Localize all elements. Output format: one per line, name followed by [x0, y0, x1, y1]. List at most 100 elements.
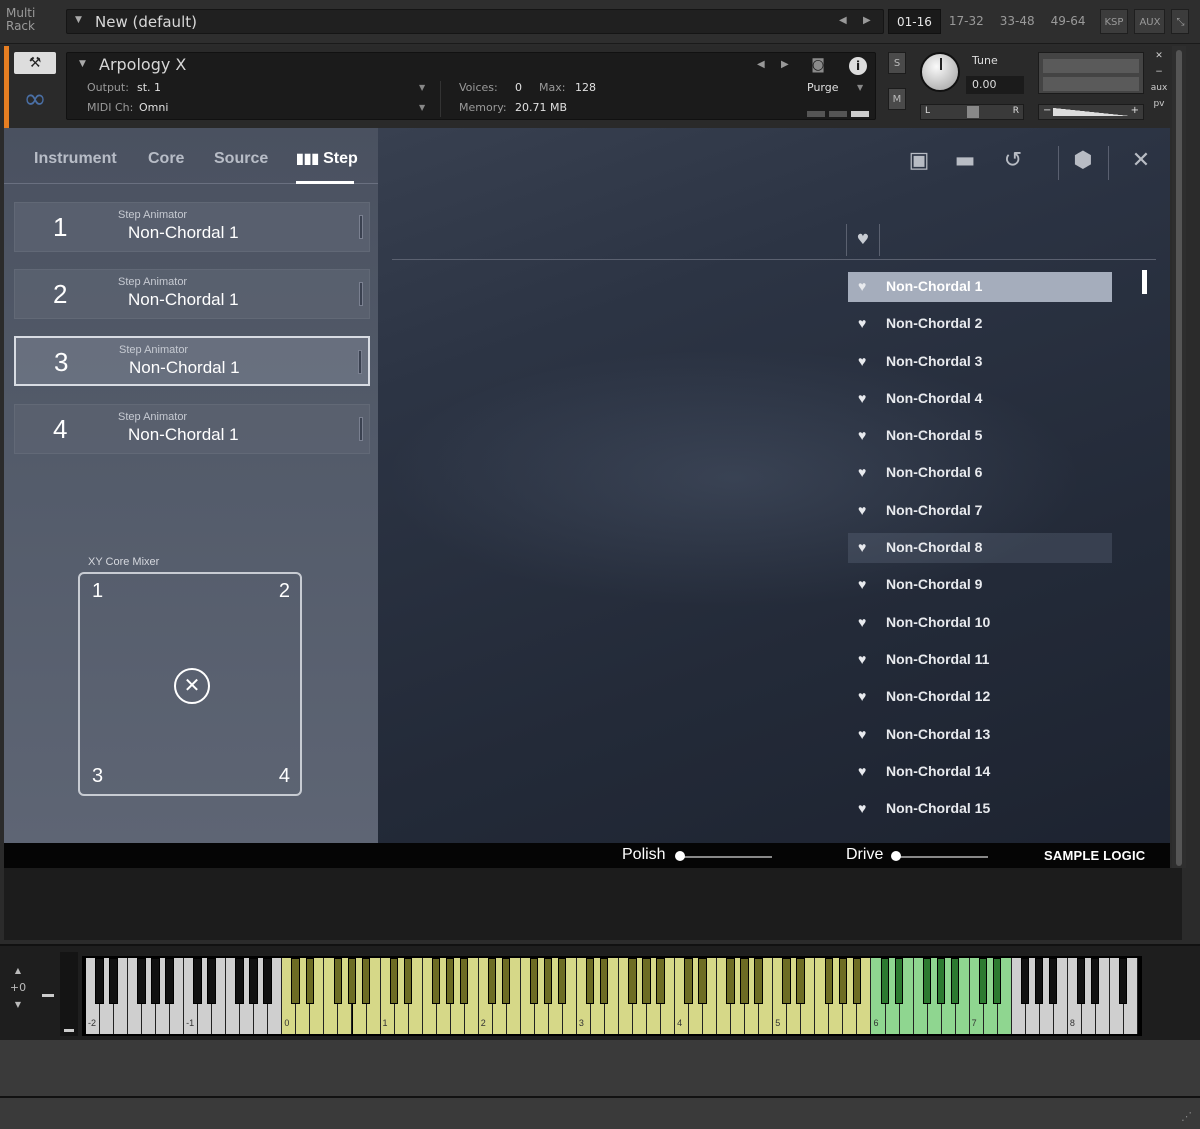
black-key[interactable] [165, 958, 174, 1004]
output-dropdown-icon[interactable]: ▼ [419, 83, 425, 92]
undo-icon[interactable]: ↺ [998, 146, 1028, 176]
black-key[interactable] [824, 958, 833, 1004]
black-key[interactable] [403, 958, 413, 1004]
aux-button[interactable]: AUX [1134, 9, 1166, 34]
tab-17-32[interactable]: 17-32 [941, 9, 992, 34]
prev-instrument-icon[interactable]: ◀ [757, 59, 765, 70]
black-key[interactable] [880, 958, 890, 1004]
preset-item[interactable]: ♥ Non-Chordal 2 [848, 309, 1112, 339]
tab-step[interactable]: ▮▮▮ Step [296, 150, 358, 168]
step-slot-handle[interactable] [359, 215, 363, 239]
preset-item[interactable]: ♥ Non-Chordal 6 [848, 458, 1112, 488]
xy-cursor-handle[interactable]: ✕ [174, 668, 210, 704]
tab-instrument[interactable]: Instrument [34, 150, 117, 168]
preset-item[interactable]: ♥ Non-Chordal 14 [848, 757, 1112, 787]
black-key[interactable] [586, 958, 595, 1004]
chevron-down-icon[interactable]: ▼ [6, 1000, 30, 1009]
black-key[interactable] [838, 958, 847, 1004]
tune-value[interactable]: 0.00 [966, 76, 1024, 94]
black-key[interactable] [529, 958, 539, 1004]
favorite-heart-icon[interactable]: ♥ [858, 390, 866, 406]
save-icon[interactable]: ▣ [904, 146, 934, 176]
ksp-button[interactable]: KSP [1099, 9, 1129, 34]
black-key[interactable] [740, 958, 749, 1004]
favorite-heart-icon[interactable]: ♥ [858, 278, 866, 294]
step-slot-2[interactable]: 2 Step Animator Non-Chordal 1 [14, 269, 370, 319]
tab-01-16[interactable]: 01-16 [888, 9, 941, 34]
black-key[interactable] [431, 958, 441, 1004]
black-key[interactable] [333, 958, 342, 1004]
step-slot-handle[interactable] [359, 282, 363, 306]
volume-ramp[interactable] [1053, 108, 1129, 116]
black-key[interactable] [389, 958, 399, 1004]
purge-button[interactable]: Purge [807, 81, 839, 94]
black-key[interactable] [1119, 958, 1128, 1004]
black-key[interactable] [628, 958, 637, 1004]
tab-49-64[interactable]: 49-64 [1043, 9, 1094, 34]
close-icon[interactable]: ✕ [1126, 146, 1156, 176]
chevron-right-icon[interactable]: ▶ [863, 15, 871, 26]
info-icon[interactable]: i [849, 57, 867, 75]
pv-toggle[interactable]: pv [1150, 96, 1168, 112]
black-key[interactable] [684, 958, 693, 1004]
tune-knob[interactable] [920, 52, 960, 92]
black-key[interactable] [95, 958, 104, 1004]
favorite-heart-icon[interactable]: ♥ [858, 763, 866, 779]
purge-dropdown-icon[interactable]: ▼ [857, 83, 863, 92]
black-key[interactable] [305, 958, 314, 1004]
next-instrument-icon[interactable]: ▶ [781, 59, 789, 70]
preset-item[interactable]: ♥ Non-Chordal 7 [848, 496, 1112, 526]
octave-down-button[interactable] [42, 994, 54, 997]
favorite-heart-icon[interactable]: ♥ [858, 726, 866, 742]
preset-item[interactable]: ♥ Non-Chordal 10 [848, 608, 1112, 638]
output-value[interactable]: st. 1 [137, 81, 161, 94]
black-key[interactable] [852, 958, 861, 1004]
black-key[interactable] [894, 958, 904, 1004]
folder-icon[interactable]: ▬ [950, 146, 980, 176]
favorite-heart-icon[interactable]: ♥ [858, 502, 866, 518]
black-key[interactable] [235, 958, 244, 1004]
favorite-heart-icon[interactable]: ♥ [858, 464, 866, 480]
black-key[interactable] [992, 958, 1002, 1004]
black-key[interactable] [1048, 958, 1058, 1004]
drive-slider-handle[interactable] [891, 851, 901, 861]
black-key[interactable] [151, 958, 160, 1004]
wrench-icon[interactable]: ⚒ [14, 52, 56, 74]
black-key[interactable] [782, 958, 791, 1004]
polish-slider-handle[interactable] [675, 851, 685, 861]
transpose-control[interactable]: ▲ +0 ▼ [6, 966, 30, 1009]
tab-source[interactable]: Source [214, 150, 268, 168]
randomize-dice-icon[interactable]: ⬢ [1068, 146, 1098, 176]
xy-core-mixer-pad[interactable]: 1 2 3 4 ✕ [78, 572, 302, 796]
black-key[interactable] [347, 958, 356, 1004]
aux-toggle[interactable]: aux [1150, 80, 1168, 96]
black-key[interactable] [726, 958, 735, 1004]
chevron-up-icon[interactable]: ▲ [6, 966, 30, 975]
step-slot-3[interactable]: 3 Step Animator Non-Chordal 1 [14, 336, 370, 386]
chevron-down-icon[interactable]: ▼ [79, 59, 86, 69]
pan-handle[interactable] [967, 106, 979, 118]
black-key[interactable] [193, 958, 202, 1004]
preset-item[interactable]: ♥ Non-Chordal 8 [848, 533, 1112, 564]
black-key[interactable] [361, 958, 371, 1004]
black-key[interactable] [796, 958, 805, 1004]
favorite-heart-icon[interactable]: ♥ [858, 614, 866, 630]
black-key[interactable] [207, 958, 216, 1004]
black-key[interactable] [936, 958, 946, 1004]
favorites-filter-heart-icon[interactable]: ♥ [846, 224, 880, 256]
rack-preset-selector[interactable]: ▼ New (default) ◀ ▶ [66, 9, 884, 34]
black-key[interactable] [459, 958, 469, 1004]
black-key[interactable] [1076, 958, 1086, 1004]
step-slot-1[interactable]: 1 Step Animator Non-Chordal 1 [14, 202, 370, 252]
black-key[interactable] [501, 958, 511, 1004]
favorite-heart-icon[interactable]: ♥ [858, 427, 866, 443]
black-key[interactable] [263, 958, 272, 1004]
polish-slider[interactable] [680, 856, 772, 858]
black-key[interactable] [978, 958, 988, 1004]
black-key[interactable] [109, 958, 118, 1004]
midi-dropdown-icon[interactable]: ▼ [419, 103, 425, 112]
tab-33-48[interactable]: 33-48 [992, 9, 1043, 34]
step-slot-handle[interactable] [358, 350, 362, 374]
preset-item[interactable]: ♥ Non-Chordal 13 [848, 720, 1112, 750]
tab-core[interactable]: Core [148, 150, 184, 168]
